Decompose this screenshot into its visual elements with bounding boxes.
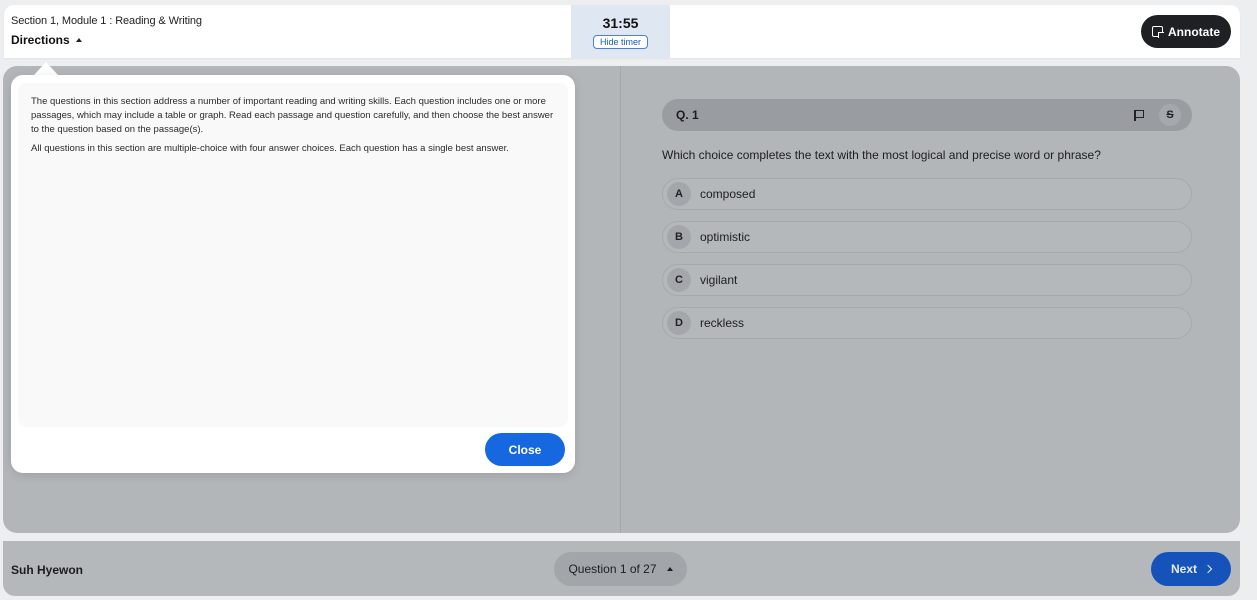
annotate-button[interactable]: Annotate [1141, 15, 1231, 48]
option-text: optimistic [700, 230, 751, 244]
directions-popup-pointer [34, 62, 58, 75]
caret-up-icon [75, 38, 82, 42]
answer-option-c[interactable]: C vigilant [662, 264, 1192, 296]
timer-panel: 31:55 Hide timer [571, 5, 670, 58]
strikethrough-button[interactable]: S [1159, 104, 1181, 126]
annotate-icon [1152, 26, 1164, 38]
pane-divider [620, 66, 621, 533]
close-directions-button[interactable]: Close [485, 433, 565, 466]
timer-display: 31:55 [602, 15, 639, 31]
question-navigator-button[interactable]: Question 1 of 27 [554, 552, 687, 586]
directions-label: Directions [11, 33, 70, 47]
question-navigator-label: Question 1 of 27 [568, 562, 657, 576]
flag-icon [1134, 109, 1144, 121]
chevron-right-icon [1203, 564, 1213, 574]
strikethrough-icon: S [1166, 109, 1174, 121]
next-button[interactable]: Next [1151, 552, 1231, 586]
question-number: Q. 1 [676, 108, 699, 122]
directions-popup: The questions in this section address a … [11, 75, 575, 473]
directions-text-panel: The questions in this section address a … [18, 83, 568, 427]
next-label: Next [1170, 562, 1197, 576]
mark-for-review-button[interactable] [1128, 104, 1150, 126]
top-header: Section 1, Module 1 : Reading & Writing … [4, 5, 1240, 58]
caret-up-icon [666, 567, 673, 571]
option-letter: B [667, 225, 691, 249]
hide-timer-button[interactable]: Hide timer [592, 35, 648, 49]
answer-option-a[interactable]: A composed [662, 178, 1192, 210]
annotate-label: Annotate [1168, 24, 1220, 39]
question-prompt: Which choice completes the text with the… [662, 148, 1101, 162]
option-letter: C [667, 268, 691, 292]
bottom-footer: Suh Hyewon Question 1 of 27 Next [3, 541, 1240, 596]
directions-toggle[interactable]: Directions [11, 33, 82, 47]
option-letter: A [667, 182, 691, 206]
option-text: composed [700, 187, 756, 201]
section-title: Section 1, Module 1 : Reading & Writing [11, 15, 202, 27]
option-letter: D [667, 311, 691, 335]
question-header-bar: Q. 1 S [662, 99, 1192, 131]
answer-option-b[interactable]: B optimistic [662, 221, 1192, 253]
option-text: reckless [700, 316, 745, 330]
directions-paragraph: All questions in this section are multip… [31, 143, 509, 154]
answer-option-d[interactable]: D reckless [662, 307, 1192, 339]
option-text: vigilant [700, 273, 738, 287]
user-name: Suh Hyewon [11, 563, 84, 577]
directions-paragraph: The questions in this section address a … [31, 96, 554, 135]
